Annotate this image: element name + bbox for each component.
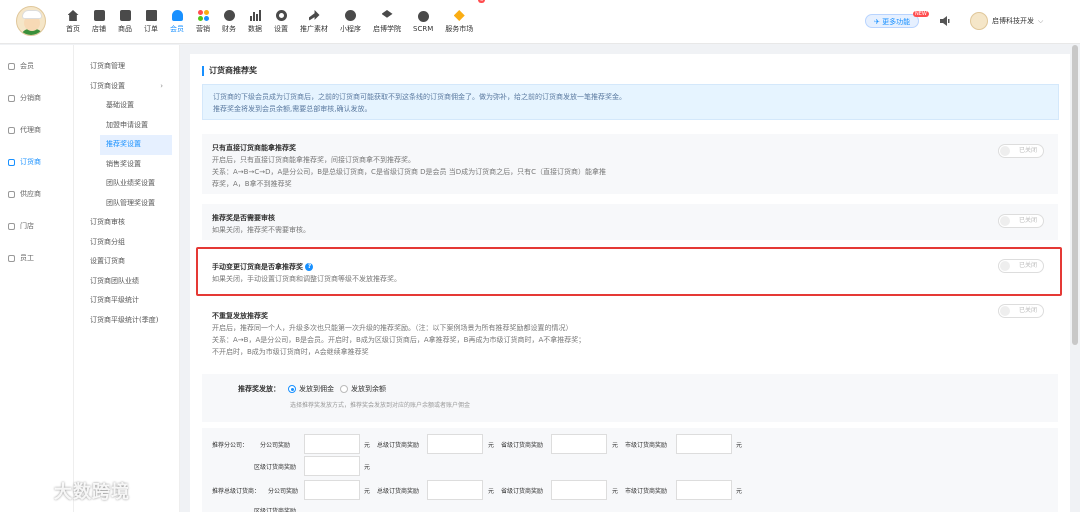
reward-amounts: 推荐分公司： 分公司奖励 元 总级订货商奖励 元 省级订货商奖励 元 市级订货商…	[202, 428, 1058, 512]
input-general-reward-2[interactable]	[427, 480, 483, 500]
menu-team-management-settings[interactable]: 团队管理奖设置	[74, 194, 179, 214]
payout-method-row: 推荐奖发放： 发放到佣金 发放到余额 选择推荐奖发放方式，推荐奖会发放到对应的账…	[202, 374, 1058, 422]
chevron-down-icon: ⌵	[1038, 16, 1044, 25]
input-general-reward-1[interactable]	[427, 434, 483, 454]
radio-balance[interactable]: 发放到余额	[340, 384, 386, 394]
nav-market[interactable]: 6 服务市场	[439, 0, 486, 44]
nav-order[interactable]: 订单	[138, 0, 164, 44]
nav-data[interactable]: 数据	[242, 0, 268, 44]
sidebar-item-ordering-merchant[interactable]: 订货商	[0, 146, 73, 178]
secondary-sidebar: 订货商管理 订货商设置 › 基础设置 加盟申请设置 推荐奖设置 销售奖设置 团队业…	[74, 45, 180, 512]
order-icon	[145, 10, 157, 21]
chevron-right-icon: ›	[160, 81, 163, 90]
logo-avatar[interactable]	[16, 6, 46, 36]
primary-sidebar: 会员 分销商 代理商 订货商 供应商 门店 员工	[0, 45, 74, 512]
menu-referral-reward-settings[interactable]: 推荐奖设置	[100, 135, 172, 155]
menu-peer-stats-quarter[interactable]: 订货商平级统计(季度)	[74, 311, 179, 331]
radio-commission[interactable]: 发放到佣金	[288, 384, 334, 394]
nav-goods[interactable]: 商品	[112, 0, 138, 44]
sidebar-item-supplier[interactable]: 供应商	[0, 178, 73, 210]
nav-home[interactable]: 首页	[60, 0, 86, 44]
settings-icon	[275, 10, 287, 21]
toggle-no-repeat[interactable]: 已关闭	[998, 304, 1044, 318]
shop-icon	[93, 10, 105, 21]
input-district-reward-1[interactable]	[304, 456, 360, 476]
toggle-direct-only[interactable]: 已关闭	[998, 144, 1044, 158]
member-icon	[171, 10, 183, 21]
sidebar-item-staff[interactable]: 员工	[0, 242, 73, 274]
menu-ordering-management[interactable]: 订货商管理	[74, 57, 179, 77]
ordering-icon	[8, 158, 15, 166]
data-icon	[249, 10, 261, 21]
highlight-box	[196, 247, 1062, 296]
menu-sales-reward-settings[interactable]: 销售奖设置	[74, 155, 179, 175]
watermark: 大数跨境	[10, 478, 130, 504]
rocket-icon: ✈	[874, 18, 883, 26]
toggle-review[interactable]: 已关闭	[998, 214, 1044, 228]
menu-ordering-review[interactable]: 订货商审核	[74, 213, 179, 233]
scrollbar[interactable]	[1072, 45, 1078, 345]
info-banner: 订货商的下级会员成为订货商后，之前的订货商可能获取不到这条线的订货商佣金了。做为…	[202, 84, 1059, 120]
nav-shop[interactable]: 店铺	[86, 0, 112, 44]
speaker-icon[interactable]	[940, 15, 950, 27]
user-icon	[8, 62, 15, 70]
menu-team-performance[interactable]: 订货商团队业绩	[74, 272, 179, 292]
goods-icon	[119, 10, 131, 21]
user-avatar	[970, 12, 988, 30]
nav-marketing[interactable]: 营销	[190, 0, 216, 44]
sidebar-item-distributor[interactable]: 分销商	[0, 82, 73, 114]
agent-icon	[8, 126, 15, 134]
nav-member[interactable]: 会员	[164, 0, 190, 44]
nav-finance[interactable]: 财务	[216, 0, 242, 44]
market-badge: 6	[478, 0, 486, 3]
menu-peer-stats[interactable]: 订货商平级统计	[74, 291, 179, 311]
top-nav-bar: 首页 店铺 商品 订单 会员 营销 财务 数据 设置 推广素材 小程序 启博学院…	[0, 0, 1080, 44]
menu-basic-settings[interactable]: 基础设置	[74, 96, 179, 116]
new-tag: NEW	[913, 11, 929, 17]
menu-ordering-settings[interactable]: 订货商设置 ›	[74, 77, 179, 97]
sidebar-item-agent[interactable]: 代理商	[0, 114, 73, 146]
staff-icon	[8, 254, 15, 262]
market-icon	[453, 10, 465, 21]
main-nav: 首页 店铺 商品 订单 会员 营销 财务 数据 设置 推广素材 小程序 启博学院…	[60, 0, 486, 44]
input-province-reward-1[interactable]	[551, 434, 607, 454]
menu-ordering-groups[interactable]: 订货商分组	[74, 233, 179, 253]
input-branch-reward-1[interactable]	[304, 434, 360, 454]
sidebar-item-store[interactable]: 门店	[0, 210, 73, 242]
scrm-icon	[417, 11, 429, 22]
page-title: 订货商推荐奖	[202, 66, 257, 76]
menu-join-settings[interactable]: 加盟申请设置	[74, 116, 179, 136]
finance-icon	[223, 10, 235, 21]
miniprogram-icon	[345, 10, 356, 21]
nav-share[interactable]: 推广素材	[294, 0, 334, 44]
academy-icon	[381, 10, 393, 18]
nav-scrm[interactable]: SCRM	[407, 0, 439, 44]
nav-settings[interactable]: 设置	[268, 0, 294, 44]
setting-card-direct-only: 只有直接订货商能拿推荐奖 开启后，只有直接订货商能拿推荐奖，间接订货商拿不到推荐…	[202, 134, 1058, 194]
watermark-logo-icon	[10, 482, 50, 504]
input-province-reward-2[interactable]	[551, 480, 607, 500]
setting-card-no-repeat: 不重复发放推荐奖 开启后，推荐同一个人，升级多次也只能第一次升级的推荐奖励。（注…	[202, 302, 1058, 362]
input-city-reward-2[interactable]	[676, 480, 732, 500]
menu-set-ordering[interactable]: 设置订货商	[74, 252, 179, 272]
user-menu[interactable]: 启博科技开发 ⌵	[970, 12, 1043, 30]
nav-miniprogram[interactable]: 小程序	[334, 0, 367, 44]
marketing-icon	[197, 10, 209, 21]
home-icon	[67, 10, 79, 21]
input-city-reward-1[interactable]	[676, 434, 732, 454]
nav-academy[interactable]: 启博学院	[367, 0, 407, 44]
store-icon	[8, 222, 15, 230]
input-branch-reward-2[interactable]	[304, 480, 360, 500]
menu-team-performance-settings[interactable]: 团队业绩奖设置	[74, 174, 179, 194]
share-icon	[308, 10, 320, 21]
distributor-icon	[8, 94, 15, 102]
setting-card-review: 推荐奖是否需要审核 如果关闭，推荐奖不需要审核。 已关闭	[202, 204, 1058, 240]
sidebar-item-member[interactable]: 会员	[0, 50, 73, 82]
supplier-icon	[8, 190, 15, 198]
more-features-button[interactable]: ✈ 更多功能	[865, 14, 920, 28]
